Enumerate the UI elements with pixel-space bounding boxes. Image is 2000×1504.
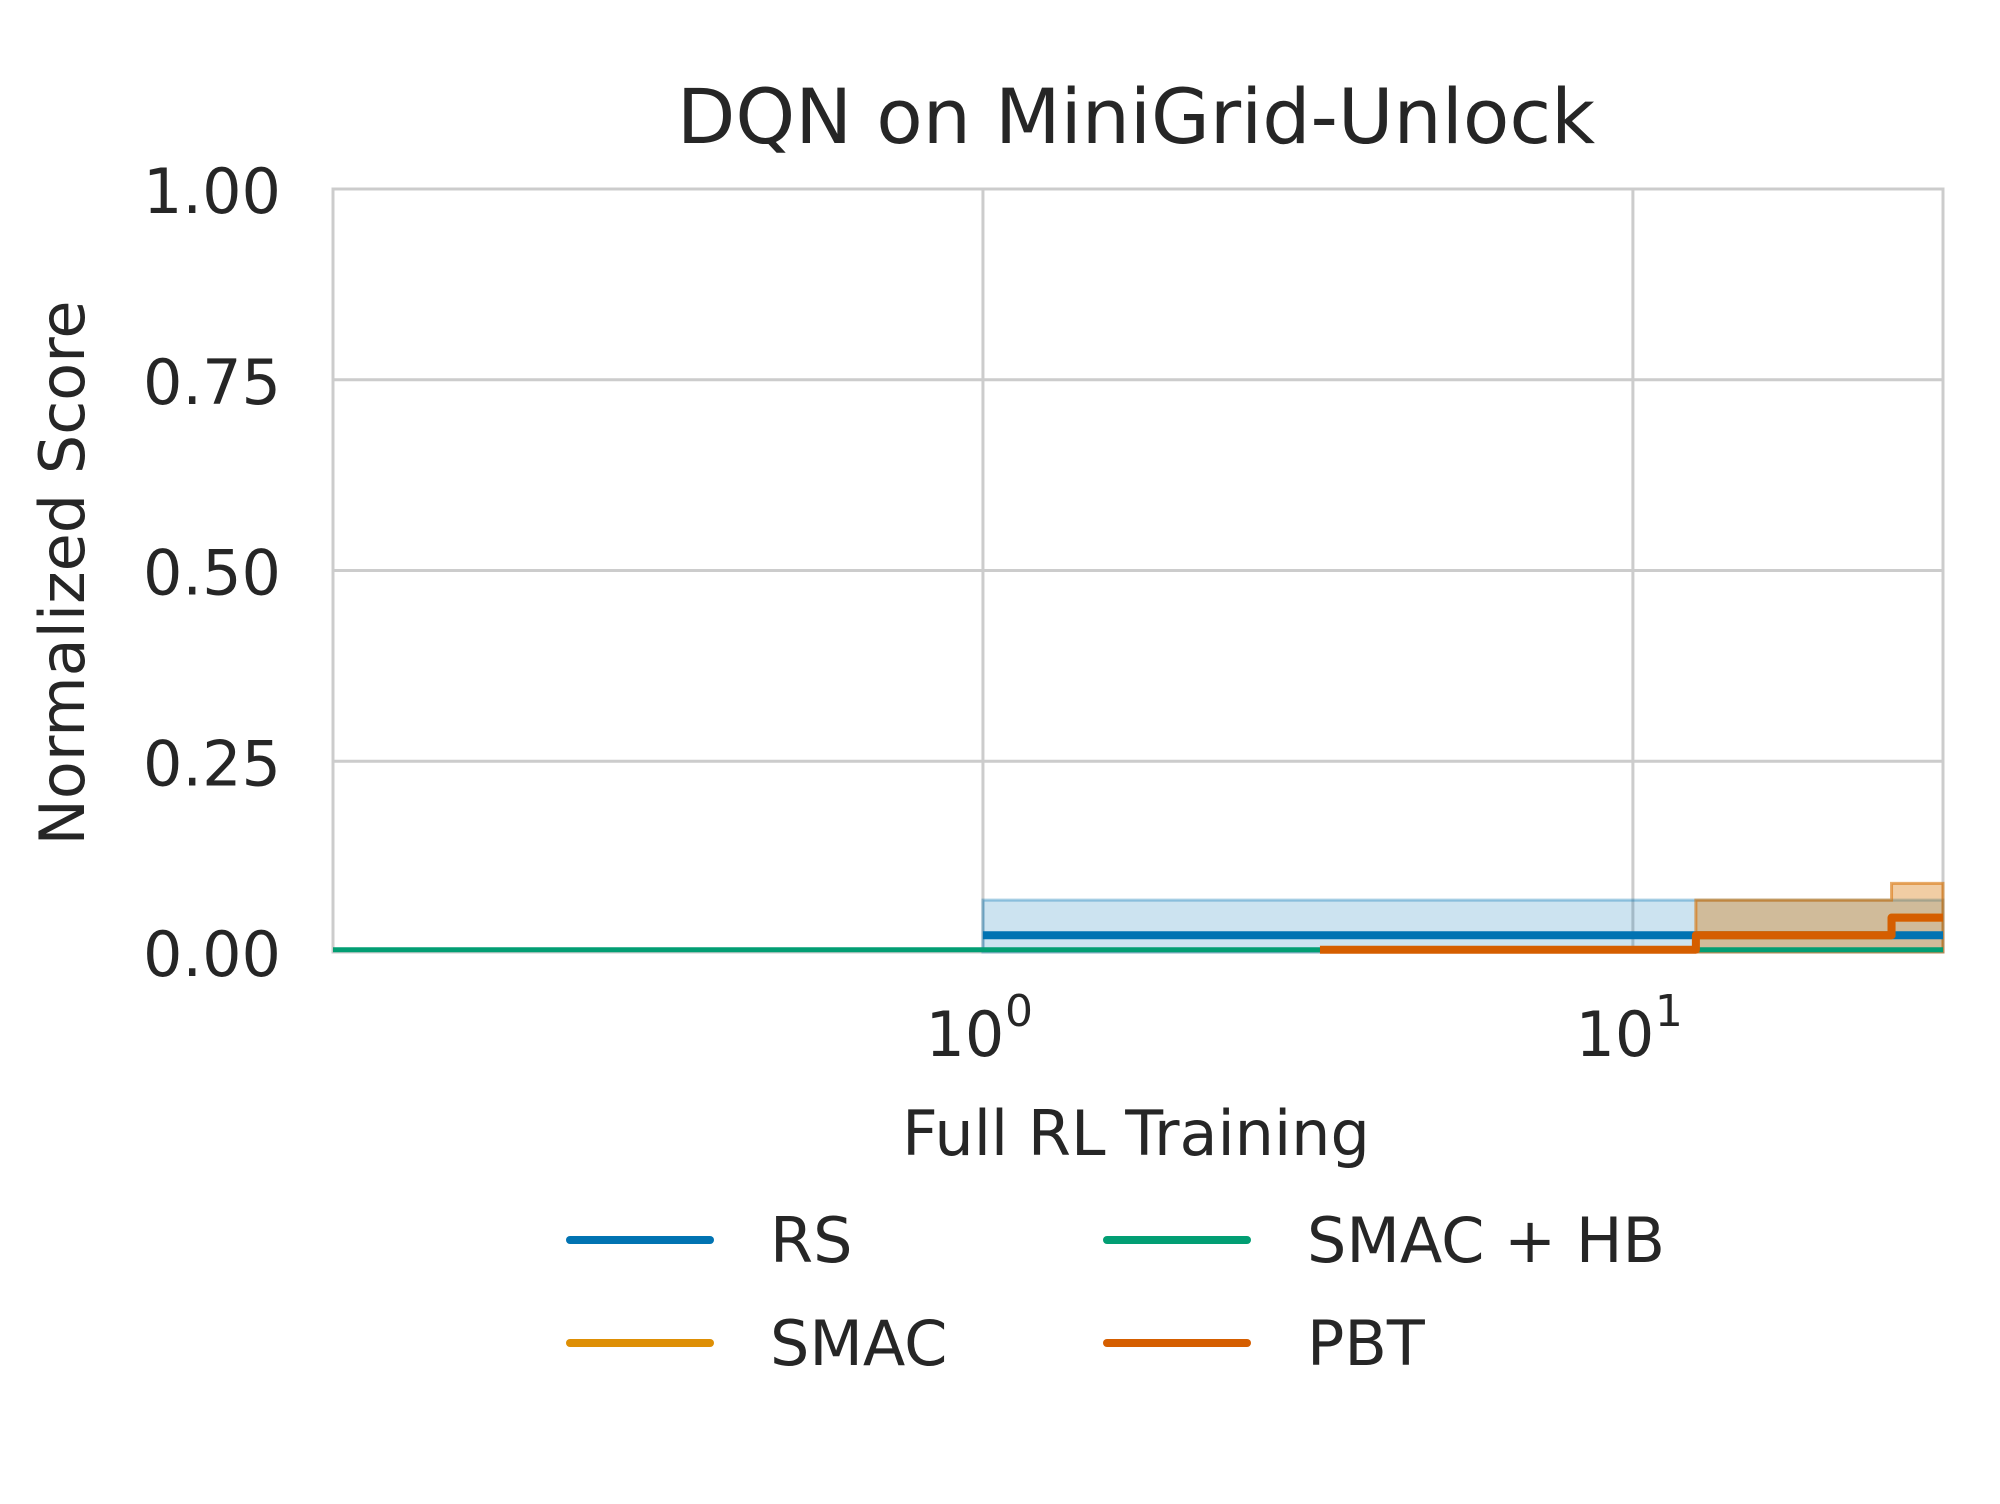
confidence-bands — [981, 881, 1945, 954]
grid-layer — [331, 187, 1945, 954]
legend-label-smac: SMAC — [770, 1307, 947, 1380]
y-tick-label: 1.00 — [143, 155, 281, 228]
y-tick-label: 0.75 — [143, 346, 281, 419]
legend: RS SMAC + HB SMAC PBT — [566, 1204, 1665, 1380]
y-tick-label: 0.50 — [143, 537, 281, 610]
x-tick-exponent: 1 — [1655, 986, 1683, 1037]
y-axis-label: Normalized Score — [26, 301, 99, 846]
x-tick-label: 10 — [1575, 998, 1654, 1071]
y-tick-label: 0.00 — [143, 918, 281, 991]
x-tick-label: 10 — [925, 998, 1004, 1071]
x-axis-label: Full RL Training — [902, 1097, 1370, 1170]
legend-label-rs: RS — [770, 1204, 852, 1277]
chart-title: DQN on MiniGrid-Unlock — [677, 72, 1595, 161]
chart-figure: DQN on MiniGrid-Unlock Full RL Training … — [0, 0, 2000, 1500]
legend-label-pbt: PBT — [1307, 1307, 1426, 1380]
y-tick-label: 0.25 — [143, 727, 281, 800]
legend-label-smac-hb: SMAC + HB — [1307, 1204, 1665, 1277]
chart-svg: DQN on MiniGrid-Unlock Full RL Training … — [26, 72, 1945, 1380]
x-tick-exponent: 0 — [1005, 986, 1033, 1037]
